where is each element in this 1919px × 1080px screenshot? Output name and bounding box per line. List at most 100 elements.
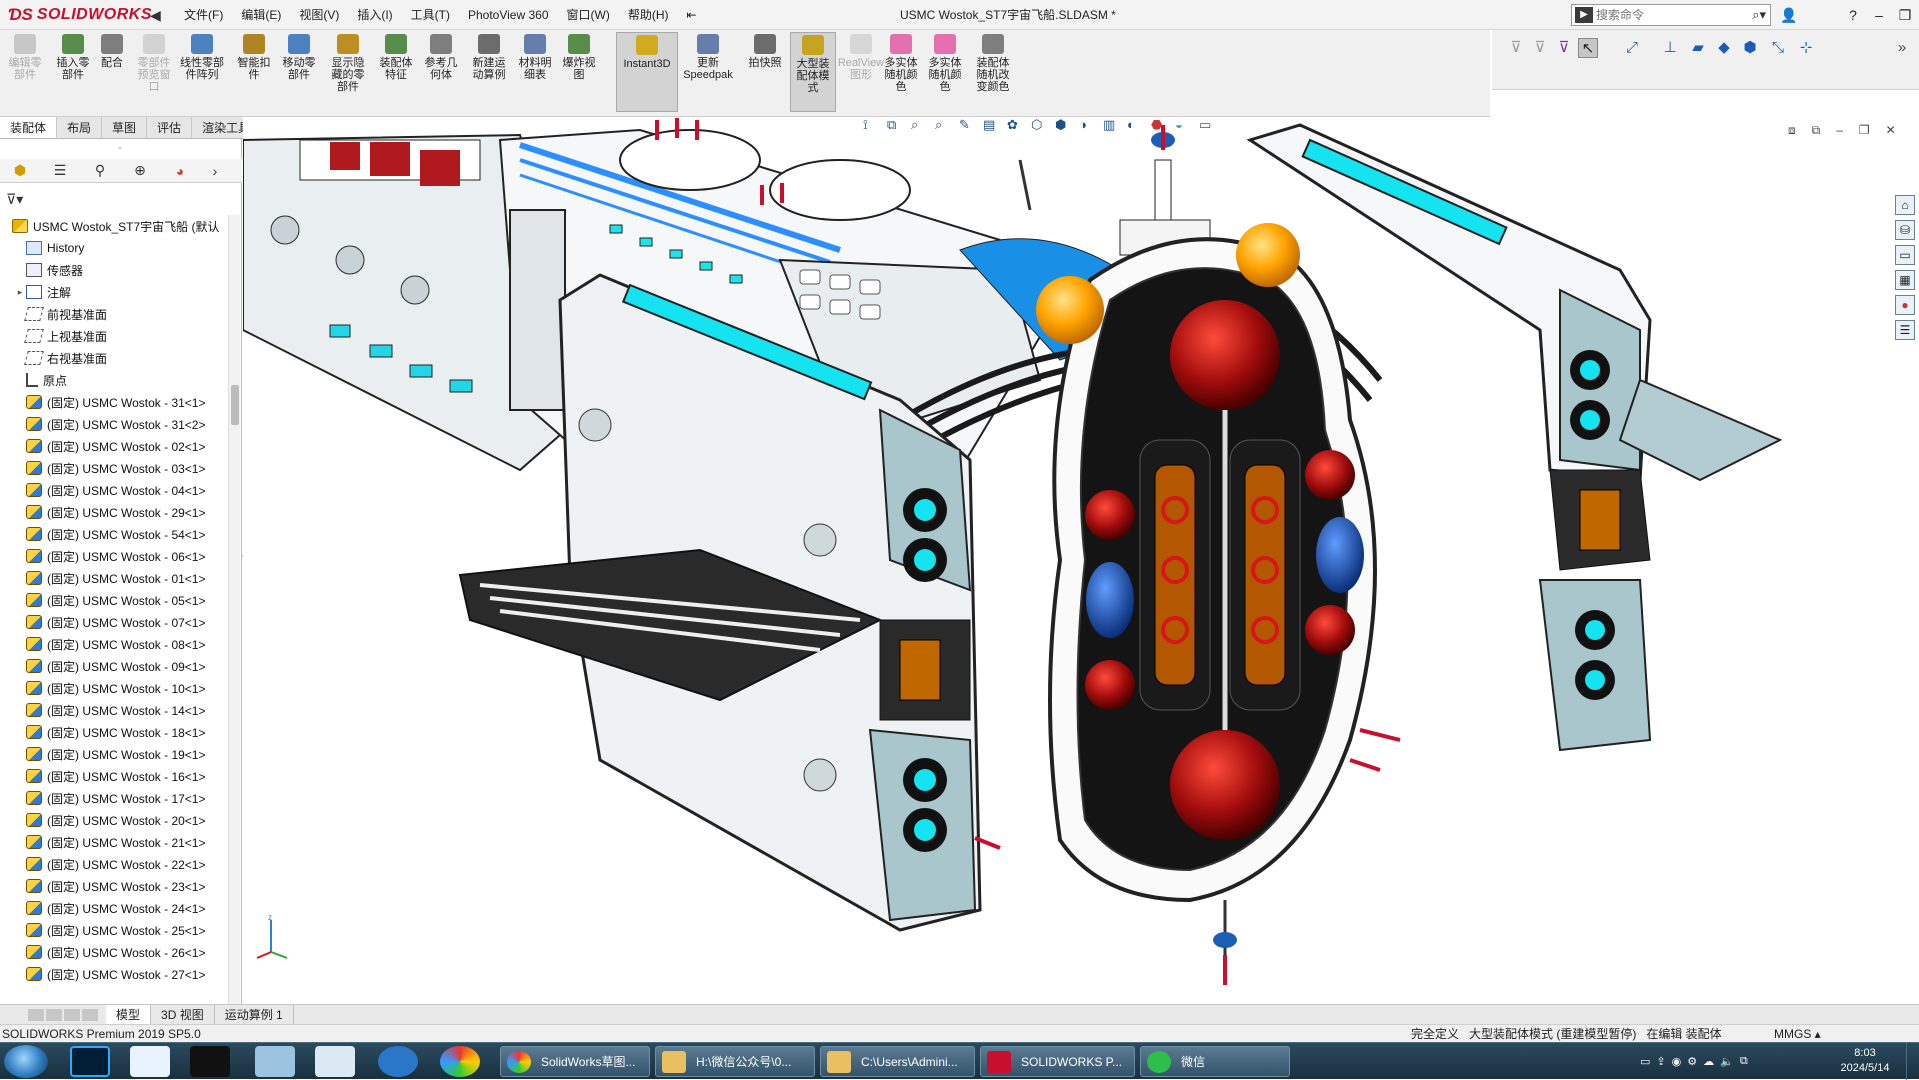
plane-icon[interactable]: ▰ [1688, 38, 1708, 58]
tree-item[interactable]: (固定) USMC Wostok - 31<2> [0, 413, 226, 435]
menu-insert[interactable]: 插入(I) [348, 0, 401, 30]
mate-ref-icon[interactable]: ◆ [1714, 38, 1734, 58]
ribbon-button-16[interactable]: 大型装 配体模 式 [790, 32, 836, 112]
solidworks-logo[interactable]: ƊS SOLIDWORKS [8, 3, 152, 27]
app-icon-5[interactable] [315, 1046, 355, 1077]
panel-grip-icon[interactable]: ◦ [118, 143, 122, 154]
expand-arrow-icon[interactable]: ▸ [14, 287, 26, 298]
zoom-to-fit-icon[interactable]: ⌕ [911, 117, 931, 139]
hide-show-icon[interactable]: ⬡ [1031, 117, 1051, 139]
ribbon-button-6[interactable]: 移动零 部件 [277, 34, 321, 81]
ribbon-button-18[interactable]: 多实体 随机颜 色 [880, 34, 922, 93]
appearances-icon[interactable]: ● [1895, 295, 1915, 315]
display-manager-tab-icon[interactable]: ◕ [160, 163, 200, 179]
ribbon-button-13[interactable]: Instant3D [616, 32, 678, 112]
tree-item[interactable]: ▸ 注解 [0, 281, 226, 303]
coordinate-icon[interactable]: ⤡ [1768, 38, 1788, 58]
tree-item[interactable]: (固定) USMC Wostok - 03<1> [0, 457, 226, 479]
filter-edges-icon[interactable]: ⊽ [1554, 38, 1574, 58]
tab-scroll-arrow-icon[interactable] [82, 1008, 98, 1021]
tree-item[interactable]: 传感器 [0, 259, 226, 281]
magnifier-icon[interactable]: ⌕▾ [1752, 7, 1770, 23]
ribbon-button-3[interactable]: 零部件 预览窗 口 [133, 34, 175, 93]
tree-item[interactable]: (固定) USMC Wostok - 02<1> [0, 435, 226, 457]
tab-1[interactable]: 布局 [57, 117, 103, 138]
tree-item[interactable]: (固定) USMC Wostok - 26<1> [0, 941, 226, 963]
zoom-area-icon[interactable]: ⌕ [935, 117, 955, 139]
ribbon-button-17[interactable]: RealView 图形 [838, 34, 884, 81]
tree-item[interactable]: (固定) USMC Wostok - 19<1> [0, 743, 226, 765]
taskbar-window[interactable]: 微信 [1140, 1046, 1290, 1077]
tree-item[interactable]: (固定) USMC Wostok - 01<1> [0, 567, 226, 589]
chrome-icon[interactable] [440, 1046, 480, 1077]
display-pane-icon[interactable]: ◐ [1127, 117, 1147, 139]
configuration-manager-tab-icon[interactable]: ⚲ [80, 162, 120, 179]
file-explorer-icon[interactable]: ▭ [1895, 245, 1915, 265]
home-icon[interactable]: ⌂ [1895, 195, 1915, 215]
volume-icon[interactable]: 🔈 [1720, 1055, 1734, 1068]
custom-properties-icon[interactable]: ☰ [1895, 320, 1915, 340]
photoshop-icon[interactable] [70, 1046, 110, 1077]
cube-icon[interactable]: ⬢ [1740, 38, 1760, 58]
viewport-expand-icon[interactable]: ⧈ [1788, 123, 1796, 138]
taskbar-window[interactable]: SolidWorks草图... [500, 1046, 650, 1077]
app-icon-2[interactable] [130, 1046, 170, 1077]
panel-more-icon[interactable]: › [200, 163, 230, 179]
tab-scroll-arrow-icon[interactable] [46, 1008, 62, 1021]
bottom-tab-0[interactable]: 模型 [106, 1004, 152, 1025]
display-style-icon[interactable]: ✿ [1007, 117, 1027, 139]
ribbon-button-4[interactable]: 线性零部 件阵列 [175, 34, 229, 81]
ribbon-button-20[interactable]: 装配体 随机改 变颜色 [970, 34, 1016, 93]
command-search[interactable]: ▶ ⌕▾ [1571, 4, 1771, 26]
tab-2[interactable]: 草图 [102, 117, 148, 138]
search-input[interactable] [1596, 8, 1736, 22]
menu-help[interactable]: 帮助(H) [619, 0, 678, 30]
tree-item[interactable]: (固定) USMC Wostok - 20<1> [0, 809, 226, 831]
tree-item[interactable]: (固定) USMC Wostok - 09<1> [0, 655, 226, 677]
tree-item[interactable]: (固定) USMC Wostok - 21<1> [0, 831, 226, 853]
menu-tools[interactable]: 工具(T) [402, 0, 459, 30]
select-icon[interactable]: ↖ [1578, 38, 1598, 58]
tree-item[interactable]: (固定) USMC Wostok - 29<1> [0, 501, 226, 523]
graphics-viewport[interactable]: ⟟ ⧉ ⌕ ⌕ ✎ ▤ ✿ ⬡ ⬢ ◑ ▥ ◐ ⬣ ◒ ▭ ⧈ ⧉ – ❐ ✕ … [243, 117, 1919, 1004]
units-selector[interactable]: MMGS ▴ [1774, 1025, 1821, 1043]
tree-item[interactable]: History [0, 237, 226, 259]
bottom-tab-1[interactable]: 3D 视图 [151, 1004, 215, 1025]
tree-item[interactable]: (固定) USMC Wostok - 27<1> [0, 963, 226, 985]
ribbon-button-11[interactable]: 材料明 细表 [514, 34, 556, 81]
point-icon[interactable]: ⤢ [1622, 38, 1642, 58]
tree-item[interactable]: (固定) USMC Wostok - 06<1> [0, 545, 226, 567]
property-manager-tab-icon[interactable]: ☰ [40, 162, 80, 179]
viewport-restore-icon[interactable]: ❐ [1859, 123, 1870, 138]
dynamic-annotation-icon[interactable]: ▤ [983, 117, 1003, 139]
monitor-icon[interactable]: ▭ [1199, 117, 1219, 139]
dimxpert-tab-icon[interactable]: ⊕ [120, 162, 160, 179]
tree-item[interactable]: (固定) USMC Wostok - 04<1> [0, 479, 226, 501]
resources-icon[interactable]: ⛁ [1895, 220, 1915, 240]
ribbon-button-12[interactable]: 爆炸视 图 [558, 34, 600, 81]
minimize-button[interactable]: – [1866, 0, 1892, 30]
previous-view-icon[interactable]: ⧉ [887, 117, 907, 139]
taskbar-window[interactable]: C:\Users\Admini... [820, 1046, 975, 1077]
tree-item[interactable]: (固定) USMC Wostok - 25<1> [0, 919, 226, 941]
restore-button[interactable]: ❐ [1892, 0, 1918, 30]
tab-scroll-buttons[interactable] [28, 1008, 100, 1021]
menu-expand-arrow-icon[interactable]: ◀ [150, 4, 164, 26]
scene-icon[interactable]: ◒ [1175, 117, 1195, 139]
tray-icon-1[interactable]: ▭ [1640, 1055, 1650, 1068]
menu-file[interactable]: 文件(F) [175, 0, 232, 30]
tab-3[interactable]: 评估 [147, 117, 193, 138]
ribbon-button-9[interactable]: 参考几 何体 [420, 34, 462, 81]
tray-icon-3[interactable]: ◉ [1672, 1055, 1682, 1068]
view-orientation-icon[interactable]: ⟟ [863, 117, 883, 139]
tree-item[interactable]: (固定) USMC Wostok - 07<1> [0, 611, 226, 633]
viewport-collapse-icon[interactable]: ⧉ [1812, 123, 1821, 138]
section-view-icon[interactable]: ✎ [959, 117, 979, 139]
ribbon-button-2[interactable]: 配合 [97, 34, 127, 69]
network-icon[interactable]: ⧉ [1740, 1055, 1748, 1068]
show-desktop-button[interactable] [1906, 1043, 1919, 1080]
axis-icon[interactable]: ⊥ [1660, 38, 1680, 58]
filter-icon[interactable]: ⊽ [1506, 38, 1526, 58]
ribbon-button-0[interactable]: 编辑零 部件 [5, 34, 45, 81]
taskbar-window[interactable]: SOLIDWORKS P... [980, 1046, 1135, 1077]
